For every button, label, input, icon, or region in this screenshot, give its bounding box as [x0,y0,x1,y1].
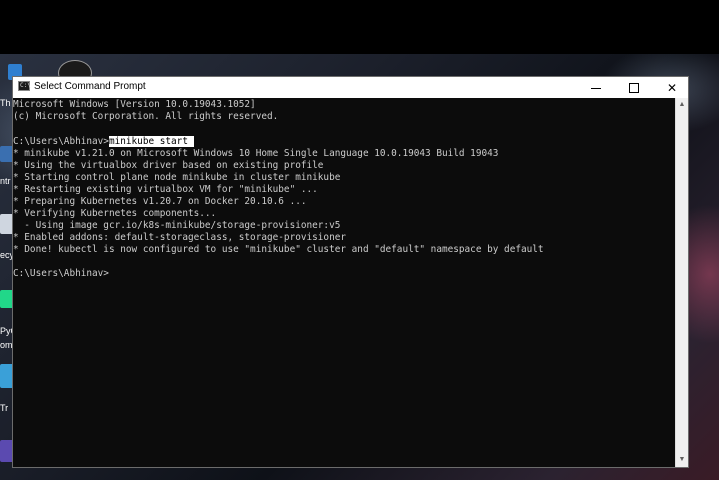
terminal-line: * minikube v1.21.0 on Microsoft Windows … [13,148,499,159]
minimize-button[interactable] [578,77,614,98]
command-prompt-window[interactable]: C:\ Select Command Prompt ✕ Microsoft Wi… [12,76,689,468]
title-bar[interactable]: C:\ Select Command Prompt ✕ [13,77,688,98]
terminal-line-prompt: C:\Users\Abhinav> [13,268,109,279]
terminal-line: * Using the virtualbox driver based on e… [13,160,324,171]
maximize-icon [629,82,639,93]
desktop-label-6: Tr [0,403,9,413]
desktop-label-1: Th [0,98,11,108]
terminal-line: * Verifying Kubernetes components... [13,208,217,219]
terminal-output[interactable]: Microsoft Windows [Version 10.0.19043.10… [13,98,676,467]
maximize-button[interactable] [616,77,652,98]
letterbox-top [0,0,719,54]
vertical-scrollbar[interactable]: ▲ ▼ [675,98,688,467]
terminal-line: (c) Microsoft Corporation. All rights re… [13,111,279,122]
scroll-up-icon[interactable]: ▲ [676,98,688,112]
terminal-line: * Done! kubectl is now configured to use… [13,244,544,255]
terminal-line: * Starting control plane node minikube i… [13,172,341,183]
terminal-line: - Using image gcr.io/k8s-minikube/storag… [13,220,341,231]
terminal-line-command: C:\Users\Abhinav>minikube start [13,136,194,148]
close-icon: ✕ [666,80,678,95]
terminal-line: Microsoft Windows [Version 10.0.19043.10… [13,99,256,110]
desktop-label-2: ntr [0,176,11,186]
prompt: C:\Users\Abhinav> [13,136,109,147]
desktop-label-5: om [0,340,13,350]
terminal-line: * Restarting existing virtualbox VM for … [13,184,318,195]
scroll-down-icon[interactable]: ▼ [676,453,688,467]
close-button[interactable]: ✕ [654,77,690,98]
window-title: Select Command Prompt [34,81,146,92]
terminal-line: * Enabled addons: default-storageclass, … [13,232,347,243]
selected-command[interactable]: minikube start [108,136,188,147]
terminal-line: * Preparing Kubernetes v1.20.7 on Docker… [13,196,307,207]
minimize-icon [591,88,601,89]
cmd-icon: C:\ [18,81,31,91]
